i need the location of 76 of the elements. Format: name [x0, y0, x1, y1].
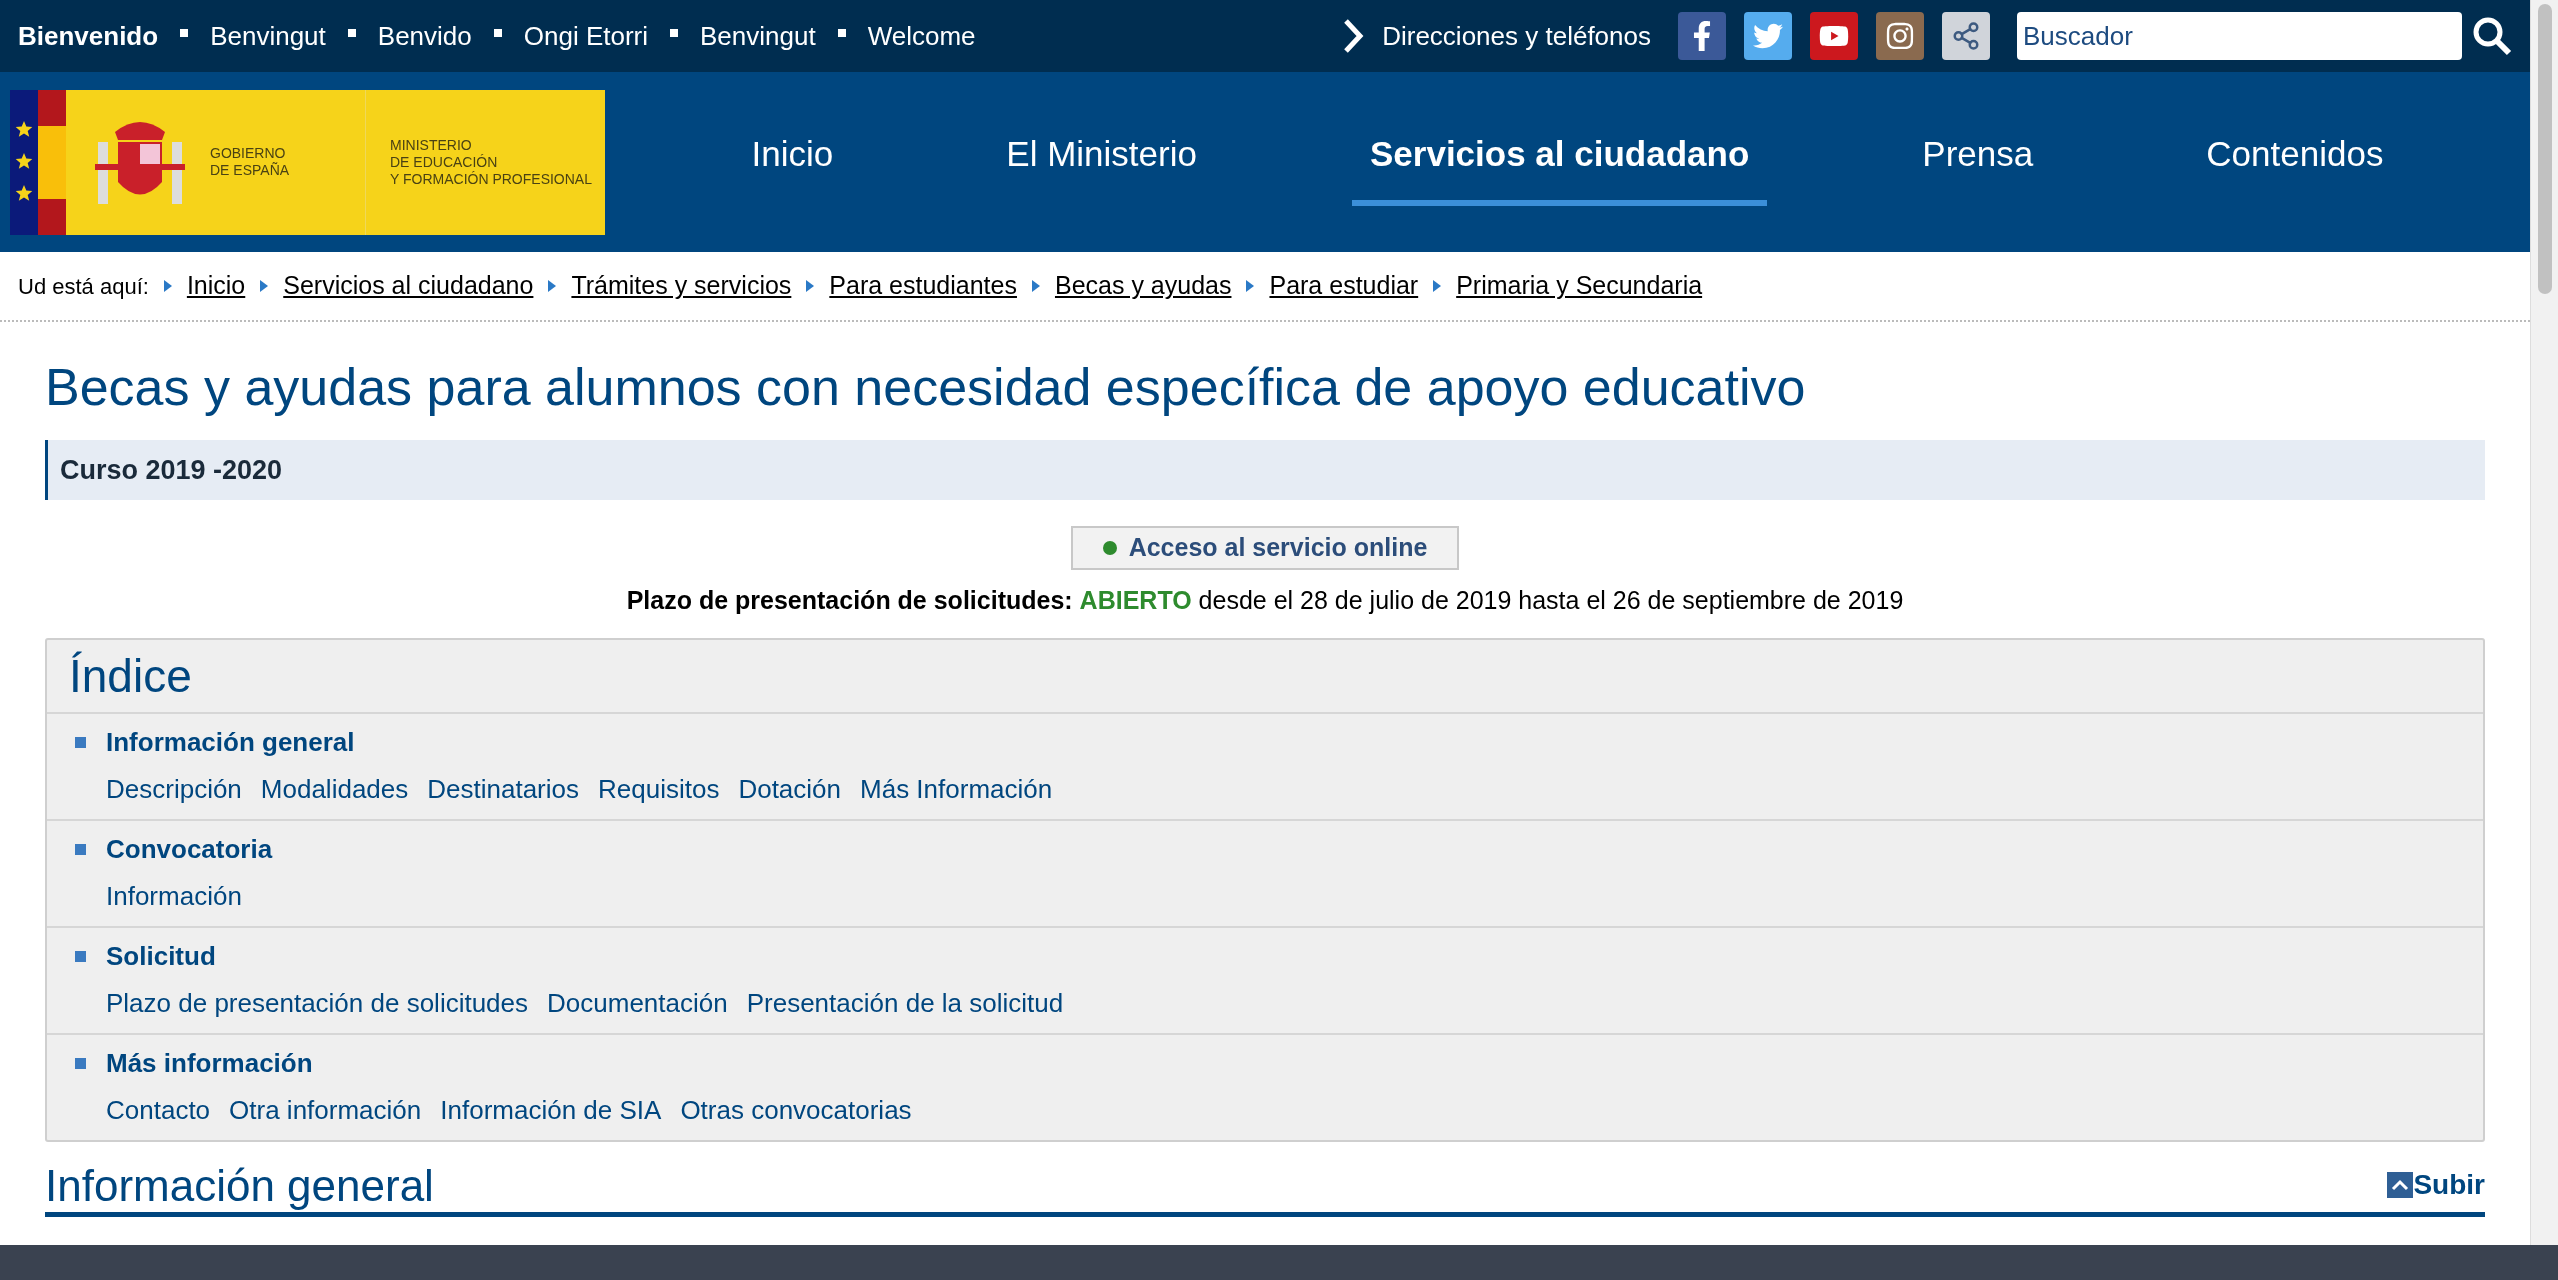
bullet-icon — [75, 843, 86, 855]
section-heading[interactable]: Más información — [106, 1043, 313, 1083]
index-link[interactable]: Información — [106, 876, 242, 916]
page-title: Becas y ayudas para alumnos con necesidad específica de apoyo educativo — [45, 357, 1807, 418]
language-link[interactable]: Welcome — [867, 16, 976, 56]
language-link[interactable]: Ongi Etorri — [523, 16, 649, 56]
scrollbar-thumb[interactable] — [2537, 4, 2552, 294]
nav-tab[interactable]: El Ministerio — [988, 117, 1215, 207]
course-bar: Curso 2019 -2020 — [45, 440, 2485, 500]
directory-link[interactable]: Direcciones y teléfonos — [1382, 16, 1651, 56]
deadline-text: Plazo de presentación de solicitudes: ABIERTO desde el 28 de julio de 2019 hasta el 26 de septiembre de 2019 — [625, 585, 1905, 616]
index-link[interactable]: Requisitos — [598, 769, 720, 809]
nav-tab[interactable]: Prensa — [1904, 117, 2052, 207]
breadcrumb-link[interactable]: Servicios al ciudadano — [283, 267, 534, 305]
language-link[interactable]: Benvingut — [210, 16, 326, 56]
chevron-icon — [1342, 18, 1365, 54]
separator-icon — [180, 29, 189, 37]
nav-tab[interactable]: Contenidos — [2188, 117, 2402, 207]
language-link[interactable]: Benvingut — [700, 16, 816, 56]
index-link[interactable]: Plazo de presentación de solicitudes — [106, 983, 529, 1023]
youtube-icon[interactable] — [1810, 12, 1858, 60]
language-link[interactable]: Bienvenido — [18, 16, 159, 56]
back-to-top-link[interactable]: Subir — [2387, 1163, 2485, 1206]
index-link[interactable]: Descripción — [106, 769, 242, 809]
index-link[interactable]: Información de SIA — [440, 1090, 662, 1130]
section-title: Información general — [45, 1161, 434, 1210]
index-title: Índice — [47, 639, 2483, 714]
bullet-icon — [75, 736, 86, 748]
index-link[interactable]: Otra información — [229, 1090, 422, 1130]
section-heading[interactable]: Convocatoria — [106, 829, 273, 869]
index-link[interactable]: Más Información — [860, 769, 1053, 809]
index-link[interactable]: Destinatarios — [427, 769, 579, 809]
logo-text: MINISTERIO — [390, 136, 473, 154]
breadcrumb-link[interactable]: Trámites y servicios — [571, 267, 792, 305]
triangle-icon — [162, 279, 173, 293]
instagram-icon[interactable] — [1876, 12, 1924, 60]
logo-text: DE EDUCACIÓN — [390, 153, 499, 171]
facebook-icon[interactable] — [1678, 12, 1726, 60]
logo-text: DE ESPAÑA — [210, 162, 290, 179]
breadcrumb-link[interactable]: Para estudiar — [1269, 267, 1419, 305]
breadcrumb-link[interactable]: Inicio — [186, 267, 246, 305]
online-service-button[interactable]: Acceso al servicio online — [1070, 526, 1460, 570]
breadcrumb-link[interactable]: Becas y ayudas — [1054, 267, 1232, 305]
index-link[interactable]: Dotación — [738, 769, 842, 809]
triangle-icon — [259, 279, 270, 293]
triangle-icon — [547, 279, 558, 293]
separator-icon — [837, 29, 846, 37]
triangle-icon — [1030, 279, 1041, 293]
separator-icon — [493, 29, 502, 37]
triangle-icon — [805, 279, 816, 293]
separator-icon — [670, 29, 679, 37]
index-link[interactable]: Modalidades — [260, 769, 409, 809]
index-link[interactable]: Contacto — [106, 1090, 211, 1130]
triangle-icon — [1432, 279, 1443, 293]
language-link[interactable]: Benvido — [377, 16, 472, 56]
section-heading[interactable]: Información general — [106, 722, 355, 762]
logo-text: Y FORMACIÓN PROFESIONAL — [390, 170, 592, 188]
government-logo[interactable]: GOBIERNO DE ESPAÑA MINISTERIO DE EDUCACIÓN Y FORMACIÓN PROFESIONAL — [10, 89, 605, 235]
index-link[interactable]: Presentación de la solicitud — [746, 983, 1064, 1023]
nav-tab[interactable]: Servicios al ciudadano — [1352, 117, 1768, 207]
share-icon[interactable] — [1942, 12, 1990, 60]
index-link[interactable]: Otras convocatorias — [680, 1090, 912, 1130]
index-link[interactable]: Documentación — [547, 983, 728, 1023]
separator-icon — [347, 29, 356, 37]
bullet-icon — [75, 1057, 86, 1069]
breadcrumb-link[interactable]: Primaria y Secundaria — [1456, 267, 1703, 305]
logo-text: GOBIERNO — [210, 145, 287, 162]
search-field[interactable]: Buscador — [2017, 12, 2462, 60]
bullet-icon — [75, 950, 86, 962]
nav-tab[interactable]: Inicio — [733, 117, 852, 207]
section-heading[interactable]: Solicitud — [106, 936, 216, 976]
triangle-icon — [1245, 279, 1256, 293]
search-icon[interactable] — [2472, 16, 2512, 56]
breadcrumb-label: Ud está aquí: — [18, 272, 149, 301]
breadcrumb-link[interactable]: Para estudiantes — [829, 267, 1017, 305]
scrollbar[interactable] — [2530, 0, 2558, 1245]
